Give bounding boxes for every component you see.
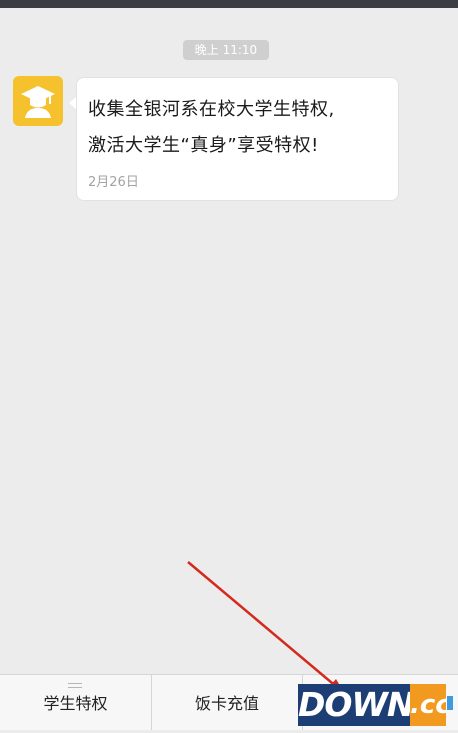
- message-text-line-1: 收集全银河系在校大学生特权,: [88, 99, 335, 120]
- watermark-text-cc: .cc: [410, 684, 451, 726]
- watermark-accent: [447, 696, 453, 710]
- menu-lines-icon: [68, 683, 82, 691]
- status-bar: [0, 0, 458, 8]
- graduate-cap-icon: [21, 86, 55, 118]
- menu-item-meal-card-recharge[interactable]: 饭卡充值: [152, 675, 302, 730]
- message-date: 2月26日: [88, 175, 139, 190]
- menu-item-student-privileges[interactable]: 学生特权: [0, 675, 151, 730]
- menu-item-label: 学生特权: [43, 694, 108, 713]
- avatar[interactable]: [13, 76, 63, 126]
- timestamp-badge: 晚上 11:10: [183, 40, 269, 60]
- watermark-logo: DOWN .cc: [298, 684, 454, 726]
- message-text-line-2: 激活大学生“真身”享受特权!: [88, 135, 319, 156]
- watermark-text-down: DOWN: [298, 684, 414, 726]
- message-bubble[interactable]: 收集全银河系在校大学生特权, 激活大学生“真身”享受特权! 2月26日: [76, 77, 399, 201]
- menu-item-label: 饭卡充值: [194, 694, 259, 713]
